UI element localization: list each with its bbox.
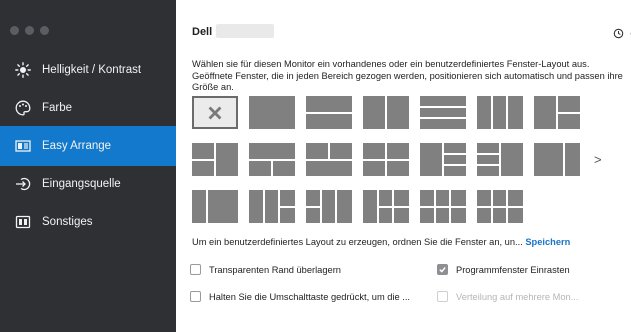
- layout-divider: [306, 112, 352, 114]
- option-span-monitors: Verteilung auf mehrere Mon...: [437, 291, 578, 302]
- layout-option[interactable]: [306, 190, 352, 223]
- layout-divider: [385, 143, 387, 176]
- layout-option[interactable]: [249, 143, 295, 176]
- layout-divider: [477, 164, 500, 166]
- layout-divider: [420, 117, 466, 119]
- layout-option[interactable]: [420, 96, 466, 129]
- clock-icon[interactable]: [613, 26, 624, 39]
- info-icon: [14, 213, 32, 231]
- checkbox[interactable]: [190, 264, 201, 275]
- layout-divider: [491, 96, 493, 129]
- layout-option[interactable]: [534, 96, 580, 129]
- layout-divider: [420, 106, 466, 108]
- layout-option[interactable]: [363, 190, 409, 223]
- sidebar-item-color[interactable]: Farbe: [0, 88, 176, 128]
- window-controls: [10, 26, 49, 35]
- checkbox-checked[interactable]: [437, 264, 448, 275]
- option-hold-shift[interactable]: Halten Sie die Umschalttaste gedrückt, u…: [190, 291, 410, 302]
- brightness-icon: [14, 61, 32, 79]
- option-label: Programmfenster Einrasten: [456, 264, 570, 275]
- layout-option[interactable]: [477, 190, 523, 223]
- layout-divider: [206, 190, 208, 223]
- layout-option[interactable]: [306, 96, 352, 129]
- custom-layout-hint: Um ein benutzerdefiniertes Layout zu erz…: [192, 237, 570, 247]
- option-label: Transparenten Rand überlagern: [209, 264, 341, 275]
- layout-option[interactable]: [420, 190, 466, 223]
- sidebar-item-label: Sonstiges: [42, 216, 93, 228]
- description-text: Wählen sie für diesen Monitor ein vorhan…: [192, 59, 623, 92]
- sidebar-item-label: Easy Arrange: [42, 140, 112, 152]
- sidebar-item-others[interactable]: Sonstiges: [0, 202, 176, 242]
- palette-icon: [14, 99, 32, 117]
- layout-divider: [306, 206, 321, 208]
- layout-divider: [385, 96, 387, 129]
- layout-option[interactable]: [192, 143, 238, 176]
- monitor-model-redacted: [216, 24, 274, 38]
- input-source-icon: [14, 175, 32, 193]
- zoom-window-button[interactable]: [40, 26, 49, 35]
- option-snap-windows[interactable]: Programmfenster Einrasten: [437, 264, 570, 275]
- layout-option[interactable]: [363, 143, 409, 176]
- sidebar-item-brightness[interactable]: Helligkeit / Kontrast: [0, 50, 176, 90]
- option-label: Verteilung auf mehrere Mon...: [456, 291, 579, 302]
- sidebar-item-input-source[interactable]: Eingangsquelle: [0, 164, 176, 204]
- layout-option[interactable]: [477, 143, 523, 176]
- save-link[interactable]: Speichern: [525, 237, 570, 247]
- header-icons: [613, 26, 631, 39]
- close-window-button[interactable]: [10, 26, 19, 35]
- layout-divider: [477, 206, 523, 208]
- close-icon: [194, 98, 236, 127]
- sidebar-item-label: Helligkeit / Kontrast: [42, 64, 142, 76]
- layout-icon: [14, 137, 32, 155]
- layout-divider: [443, 153, 466, 155]
- layout-divider: [442, 143, 444, 176]
- layout-option-none-selected[interactable]: [192, 96, 238, 129]
- minimize-window-button[interactable]: [25, 26, 34, 35]
- layout-divider: [263, 190, 265, 223]
- sidebar-item-label: Eingangsquelle: [42, 178, 121, 190]
- layout-divider: [506, 96, 508, 129]
- layout-divider: [328, 143, 330, 160]
- layout-option[interactable]: [363, 96, 409, 129]
- layout-option[interactable]: [534, 143, 580, 176]
- option-transparent-border[interactable]: Transparenten Rand überlagern: [190, 264, 341, 275]
- layout-divider: [335, 190, 337, 223]
- monitor-brand: Dell: [192, 26, 213, 38]
- option-label: Halten Sie die Umschalttaste gedrückt, u…: [209, 291, 411, 302]
- checkbox[interactable]: [190, 291, 201, 302]
- sidebar-item-label: Farbe: [42, 102, 73, 114]
- layout-option[interactable]: [192, 190, 238, 223]
- layout-divider: [563, 143, 565, 176]
- hint-text: Um ein benutzerdefiniertes Layout zu erz…: [192, 237, 526, 247]
- layout-option[interactable]: [249, 190, 295, 223]
- sidebar: Helligkeit / Kontrast Farbe Easy Arrange…: [0, 0, 176, 332]
- layout-option[interactable]: [420, 143, 466, 176]
- layout-divider: [557, 112, 580, 114]
- layout-divider: [378, 206, 409, 208]
- layout-divider: [192, 159, 215, 161]
- checkbox-disabled: [437, 291, 448, 302]
- layout-divider: [420, 206, 466, 208]
- layout-divider: [271, 160, 273, 176]
- layout-divider: [499, 143, 501, 176]
- main-panel: Dell Wählen sie für diesen Monitor ein v…: [176, 0, 631, 332]
- layout-divider: [477, 153, 500, 155]
- layout-option[interactable]: [477, 96, 523, 129]
- layout-divider: [279, 206, 295, 208]
- layout-option[interactable]: [249, 96, 295, 129]
- layout-option[interactable]: [306, 143, 352, 176]
- sidebar-item-easy-arrange[interactable]: Easy Arrange: [0, 126, 176, 166]
- layout-divider: [443, 164, 466, 166]
- more-layouts-arrow[interactable]: >: [594, 152, 602, 167]
